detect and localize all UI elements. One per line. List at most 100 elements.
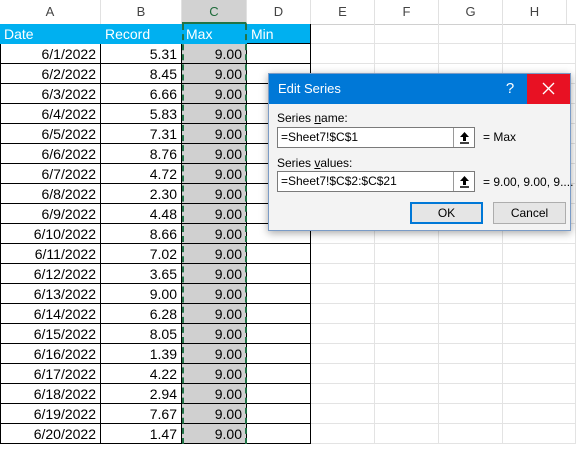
date-cell[interactable]: 6/12/2022 (0, 264, 101, 284)
record-cell[interactable]: 5.31 (101, 44, 182, 64)
record-cell[interactable]: 4.72 (101, 164, 182, 184)
max-cell[interactable]: 9.00 (182, 344, 247, 364)
record-cell[interactable]: 6.66 (101, 84, 182, 104)
record-cell[interactable]: 1.47 (101, 424, 182, 444)
empty-cell[interactable] (439, 264, 503, 284)
empty-cell[interactable] (375, 344, 439, 364)
empty-cell[interactable] (439, 44, 503, 64)
column-header-b[interactable]: B (101, 0, 182, 24)
date-cell[interactable]: 6/17/2022 (0, 364, 101, 384)
empty-cell[interactable] (311, 364, 375, 384)
min-cell[interactable] (247, 344, 311, 364)
empty-cell[interactable] (375, 384, 439, 404)
record-cell[interactable]: 6.28 (101, 304, 182, 324)
date-cell[interactable]: 6/11/2022 (0, 244, 101, 264)
empty-cell[interactable] (503, 264, 576, 284)
empty-cell[interactable] (311, 384, 375, 404)
empty-cell[interactable] (311, 424, 375, 444)
date-cell[interactable]: 6/19/2022 (0, 404, 101, 424)
min-cell[interactable] (247, 424, 311, 444)
cancel-button[interactable]: Cancel (493, 202, 566, 224)
empty-cell[interactable] (503, 244, 576, 264)
date-cell[interactable]: 6/9/2022 (0, 204, 101, 224)
record-cell[interactable]: 7.02 (101, 244, 182, 264)
empty-cell[interactable] (311, 284, 375, 304)
empty-cell[interactable] (375, 264, 439, 284)
empty-cell[interactable] (375, 424, 439, 444)
empty-cell[interactable] (311, 44, 375, 64)
record-cell[interactable]: 7.67 (101, 404, 182, 424)
empty-cell[interactable] (503, 364, 576, 384)
record-cell[interactable]: 7.31 (101, 124, 182, 144)
empty-cell[interactable] (375, 364, 439, 384)
empty-cell[interactable] (503, 384, 576, 404)
min-cell[interactable] (247, 44, 311, 64)
header-date[interactable]: Date (0, 24, 101, 44)
empty-cell[interactable] (439, 24, 503, 44)
column-header-g[interactable]: G (439, 0, 503, 24)
record-cell[interactable]: 8.76 (101, 144, 182, 164)
empty-cell[interactable] (311, 304, 375, 324)
record-cell[interactable]: 5.83 (101, 104, 182, 124)
empty-cell[interactable] (503, 24, 576, 44)
column-header-h[interactable]: H (503, 0, 567, 24)
header-max[interactable]: Max (182, 24, 247, 44)
empty-cell[interactable] (311, 324, 375, 344)
empty-cell[interactable] (503, 404, 576, 424)
series-values-collapse-button[interactable] (453, 172, 474, 191)
empty-cell[interactable] (375, 244, 439, 264)
column-header-d[interactable]: D (247, 0, 311, 24)
max-cell[interactable]: 9.00 (182, 224, 247, 244)
empty-cell[interactable] (375, 44, 439, 64)
empty-cell[interactable] (375, 284, 439, 304)
max-cell[interactable]: 9.00 (182, 264, 247, 284)
min-cell[interactable] (247, 264, 311, 284)
max-cell[interactable]: 9.00 (182, 44, 247, 64)
max-cell[interactable]: 9.00 (182, 164, 247, 184)
record-cell[interactable]: 2.94 (101, 384, 182, 404)
empty-cell[interactable] (311, 344, 375, 364)
empty-cell[interactable] (311, 244, 375, 264)
max-cell[interactable]: 9.00 (182, 104, 247, 124)
empty-cell[interactable] (503, 344, 576, 364)
help-button[interactable]: ? (493, 74, 527, 104)
empty-cell[interactable] (439, 404, 503, 424)
empty-cell[interactable] (503, 284, 576, 304)
record-cell[interactable]: 4.22 (101, 364, 182, 384)
record-cell[interactable]: 9.00 (101, 284, 182, 304)
series-name-collapse-button[interactable] (453, 128, 474, 147)
date-cell[interactable]: 6/20/2022 (0, 424, 101, 444)
date-cell[interactable]: 6/4/2022 (0, 104, 101, 124)
max-cell[interactable]: 9.00 (182, 424, 247, 444)
max-cell[interactable]: 9.00 (182, 84, 247, 104)
empty-cell[interactable] (439, 424, 503, 444)
max-cell[interactable]: 9.00 (182, 324, 247, 344)
min-cell[interactable] (247, 384, 311, 404)
ok-button[interactable]: OK (410, 202, 483, 224)
empty-cell[interactable] (311, 264, 375, 284)
empty-cell[interactable] (503, 304, 576, 324)
empty-cell[interactable] (439, 244, 503, 264)
series-values-input[interactable]: =Sheet7!$C$2:$C$21 (277, 171, 475, 192)
record-cell[interactable]: 3.65 (101, 264, 182, 284)
min-cell[interactable] (247, 244, 311, 264)
min-cell[interactable] (247, 404, 311, 424)
empty-cell[interactable] (503, 44, 576, 64)
max-cell[interactable]: 9.00 (182, 64, 247, 84)
date-cell[interactable]: 6/2/2022 (0, 64, 101, 84)
column-header-e[interactable]: E (311, 0, 375, 24)
min-cell[interactable] (247, 364, 311, 384)
max-cell[interactable]: 9.00 (182, 144, 247, 164)
empty-cell[interactable] (375, 324, 439, 344)
max-cell[interactable]: 9.00 (182, 404, 247, 424)
record-cell[interactable]: 8.45 (101, 64, 182, 84)
date-cell[interactable]: 6/18/2022 (0, 384, 101, 404)
dialog-titlebar[interactable]: Edit Series ? (269, 74, 570, 104)
max-cell[interactable]: 9.00 (182, 284, 247, 304)
column-header-a[interactable]: A (0, 0, 101, 24)
empty-cell[interactable] (503, 324, 576, 344)
header-record[interactable]: Record (101, 24, 182, 44)
date-cell[interactable]: 6/5/2022 (0, 124, 101, 144)
date-cell[interactable]: 6/13/2022 (0, 284, 101, 304)
record-cell[interactable]: 4.48 (101, 204, 182, 224)
